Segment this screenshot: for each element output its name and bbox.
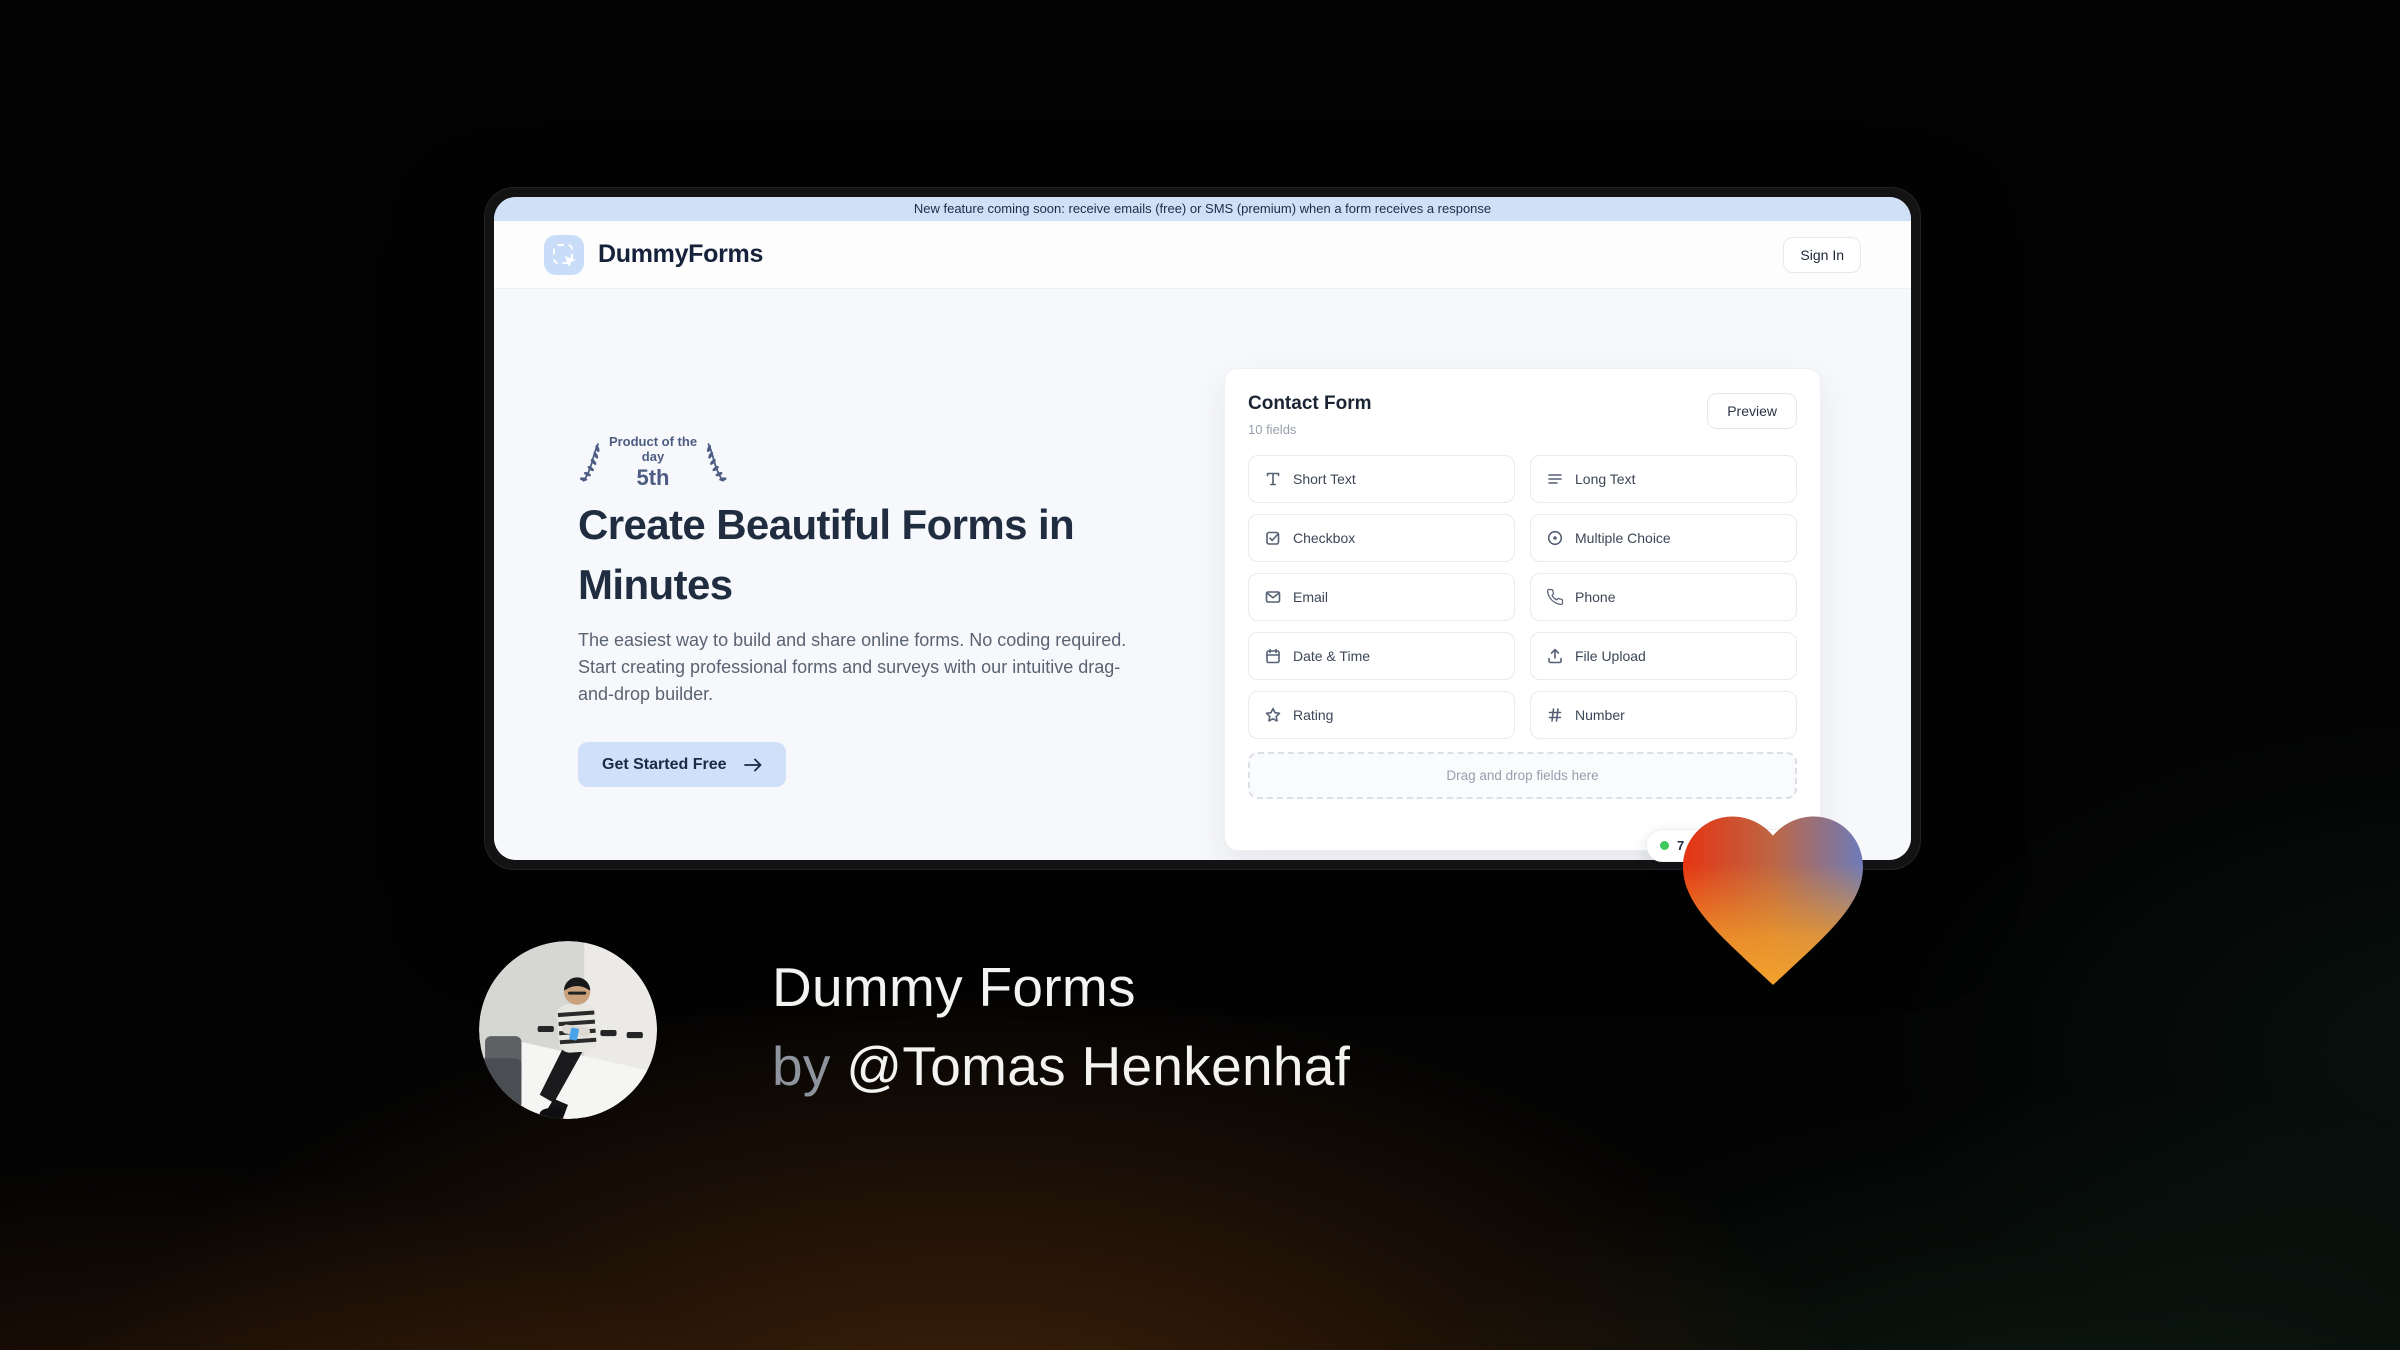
field-label: Multiple Choice <box>1575 530 1671 546</box>
maker-avatar <box>479 941 657 1119</box>
upload-icon <box>1545 647 1564 666</box>
sign-in-button[interactable]: Sign In <box>1783 236 1861 273</box>
field-label: Checkbox <box>1293 530 1356 546</box>
byline-handle: @Tomas Henkenhaf <box>846 1035 1351 1097</box>
field-button-long-text[interactable]: Long Text <box>1530 455 1797 503</box>
field-button-phone[interactable]: Phone <box>1530 573 1797 621</box>
product-of-the-day-badge: Product of the day 5th <box>578 434 728 491</box>
envelope-icon <box>1263 588 1282 607</box>
gradient-heart-icon <box>1683 816 1863 985</box>
hero-headline: Create Beautiful Forms in Minutes <box>578 501 1075 609</box>
field-button-checkbox[interactable]: Checkbox <box>1248 514 1515 562</box>
credit-byline: by @Tomas Henkenhaf <box>772 1027 1350 1106</box>
laurel-right-icon <box>706 442 727 482</box>
field-label: Phone <box>1575 589 1616 605</box>
form-title: Contact Form <box>1248 393 1372 414</box>
hero-subtext: The easiest way to build and share onlin… <box>578 630 1127 704</box>
form-field-count: 10 fields <box>1248 422 1297 437</box>
phone-icon <box>1545 588 1564 607</box>
field-label: File Upload <box>1575 648 1646 664</box>
field-label: Short Text <box>1293 471 1356 487</box>
drag-drop-zone[interactable]: Drag and drop fields here <box>1248 752 1797 799</box>
long-text-icon <box>1545 470 1564 489</box>
brand-logo[interactable]: DummyForms <box>544 234 764 275</box>
field-button-rating[interactable]: Rating <box>1248 691 1515 739</box>
field-button-file-upload[interactable]: File Upload <box>1530 632 1797 680</box>
field-label: Number <box>1575 707 1625 723</box>
field-button-date-time[interactable]: Date & Time <box>1248 632 1515 680</box>
short-text-icon <box>1263 470 1282 489</box>
get-started-button[interactable]: Get Started Free <box>578 742 787 787</box>
dummyforms-logo-icon <box>544 234 584 275</box>
brand-name: DummyForms <box>598 240 764 268</box>
laurel-left-icon <box>579 442 600 482</box>
field-button-multiple-choice[interactable]: Multiple Choice <box>1530 514 1797 562</box>
star-icon <box>1263 706 1282 725</box>
field-label: Date & Time <box>1293 648 1371 664</box>
site-page: New feature coming soon: receive emails … <box>494 197 1911 860</box>
field-label: Email <box>1293 589 1329 605</box>
arrow-right-icon <box>744 758 762 771</box>
byline-prefix: by <box>772 1035 831 1097</box>
field-button-short-text[interactable]: Short Text <box>1248 455 1515 503</box>
hash-icon <box>1545 706 1564 725</box>
radio-icon <box>1545 529 1564 548</box>
promo-canvas: New feature coming soon: receive emails … <box>0 0 2400 1350</box>
checkbox-icon <box>1263 529 1282 548</box>
hero-section: Product of the day 5th Create Beautiful … <box>494 289 1911 860</box>
credit-text: Dummy Forms by @Tomas Henkenhaf <box>772 948 1350 1106</box>
cursor-arrow-icon <box>565 255 576 267</box>
award-rank: 5th <box>636 465 670 490</box>
credit-title: Dummy Forms <box>772 956 1136 1018</box>
field-label: Long Text <box>1575 471 1636 487</box>
form-builder-card: Contact Form 10 fields Preview Short Tex… <box>1224 368 1821 851</box>
get-started-label: Get Started Free <box>602 755 727 773</box>
preview-button[interactable]: Preview <box>1707 393 1797 429</box>
calendar-icon <box>1263 647 1282 666</box>
announcement-banner: New feature coming soon: receive emails … <box>494 197 1911 221</box>
browser-window: New feature coming soon: receive emails … <box>484 187 1921 870</box>
field-button-number[interactable]: Number <box>1530 691 1797 739</box>
field-type-grid: Short Text Long Text Checkbox Multiple Choi… <box>1248 455 1797 739</box>
online-dot-icon <box>1660 841 1669 850</box>
field-label: Rating <box>1293 707 1334 723</box>
site-navbar: DummyForms Sign In <box>494 221 1911 289</box>
field-button-email[interactable]: Email <box>1248 573 1515 621</box>
award-title: Product of the day <box>608 434 698 464</box>
